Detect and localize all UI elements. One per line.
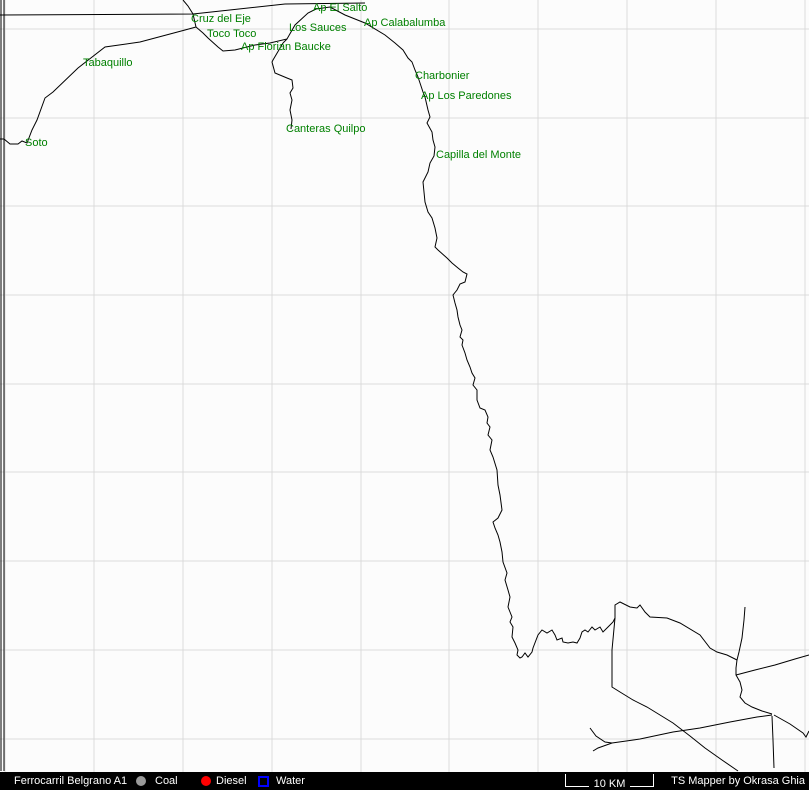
station-label-ap-los-paredones: Ap Los Paredones	[421, 91, 512, 102]
railway-line-southeast-hairpin	[774, 715, 809, 737]
railway-line-northeast-line	[736, 607, 772, 714]
station-label-tabaquillo: Tabaquillo	[83, 58, 133, 69]
water-marker-icon	[258, 776, 269, 787]
station-label-charbonier: Charbonier	[415, 71, 469, 82]
legend-coal-label: Coal	[155, 772, 178, 790]
railway-line-junction-to-east	[615, 602, 737, 660]
legend-water-label: Water	[276, 772, 305, 790]
map-scale-label: 10 KM	[589, 778, 631, 790]
station-label-capilla-del-monte: Capilla del Monte	[436, 150, 521, 161]
route-name-label: Ferrocarril Belgrano A1	[14, 772, 127, 790]
coal-marker-icon	[136, 776, 146, 786]
station-label-ap-florian-baucke: Ap Florian Baucke	[241, 42, 331, 53]
railway-line-east-edge-diagonal	[736, 655, 809, 675]
map-scale-bar: 10 KM	[565, 774, 654, 787]
station-label-canteras-quilpo: Canteras Quilpo	[286, 124, 366, 135]
railway-map-svg	[0, 0, 809, 772]
status-bar: Ferrocarril Belgrano A1 Coal Diesel Wate…	[0, 772, 809, 790]
station-label-soto: Soto	[25, 138, 48, 149]
diesel-marker-icon	[201, 776, 211, 786]
credit-label: TS Mapper by Okrasa Ghia	[671, 772, 805, 790]
railway-line-soto-branch	[0, 27, 196, 144]
ts-mapper-window: Cruz del Eje Toco Toco Ap El Salto Los Sauc…	[0, 0, 809, 790]
station-label-ap-el-salto: Ap El Salto	[313, 3, 367, 14]
station-label-cruz-del-eje: Cruz del Eje	[191, 14, 251, 25]
station-label-toco-toco: Toco Toco	[207, 29, 256, 40]
railway-line-south-from-junction	[612, 618, 738, 771]
railway-line-main-line	[196, 7, 615, 658]
railway-line-diagonal-stub	[590, 728, 612, 743]
railway-line-long-diagonal	[593, 715, 772, 751]
railway-line-south-of-junction-a	[772, 716, 774, 768]
station-label-los-sauces: Los Sauces	[289, 23, 346, 34]
route-map-canvas[interactable]: Cruz del Eje Toco Toco Ap El Salto Los Sauc…	[0, 0, 809, 772]
station-label-ap-calabalumba: Ap Calabalumba	[364, 18, 445, 29]
legend-diesel-label: Diesel	[216, 772, 247, 790]
